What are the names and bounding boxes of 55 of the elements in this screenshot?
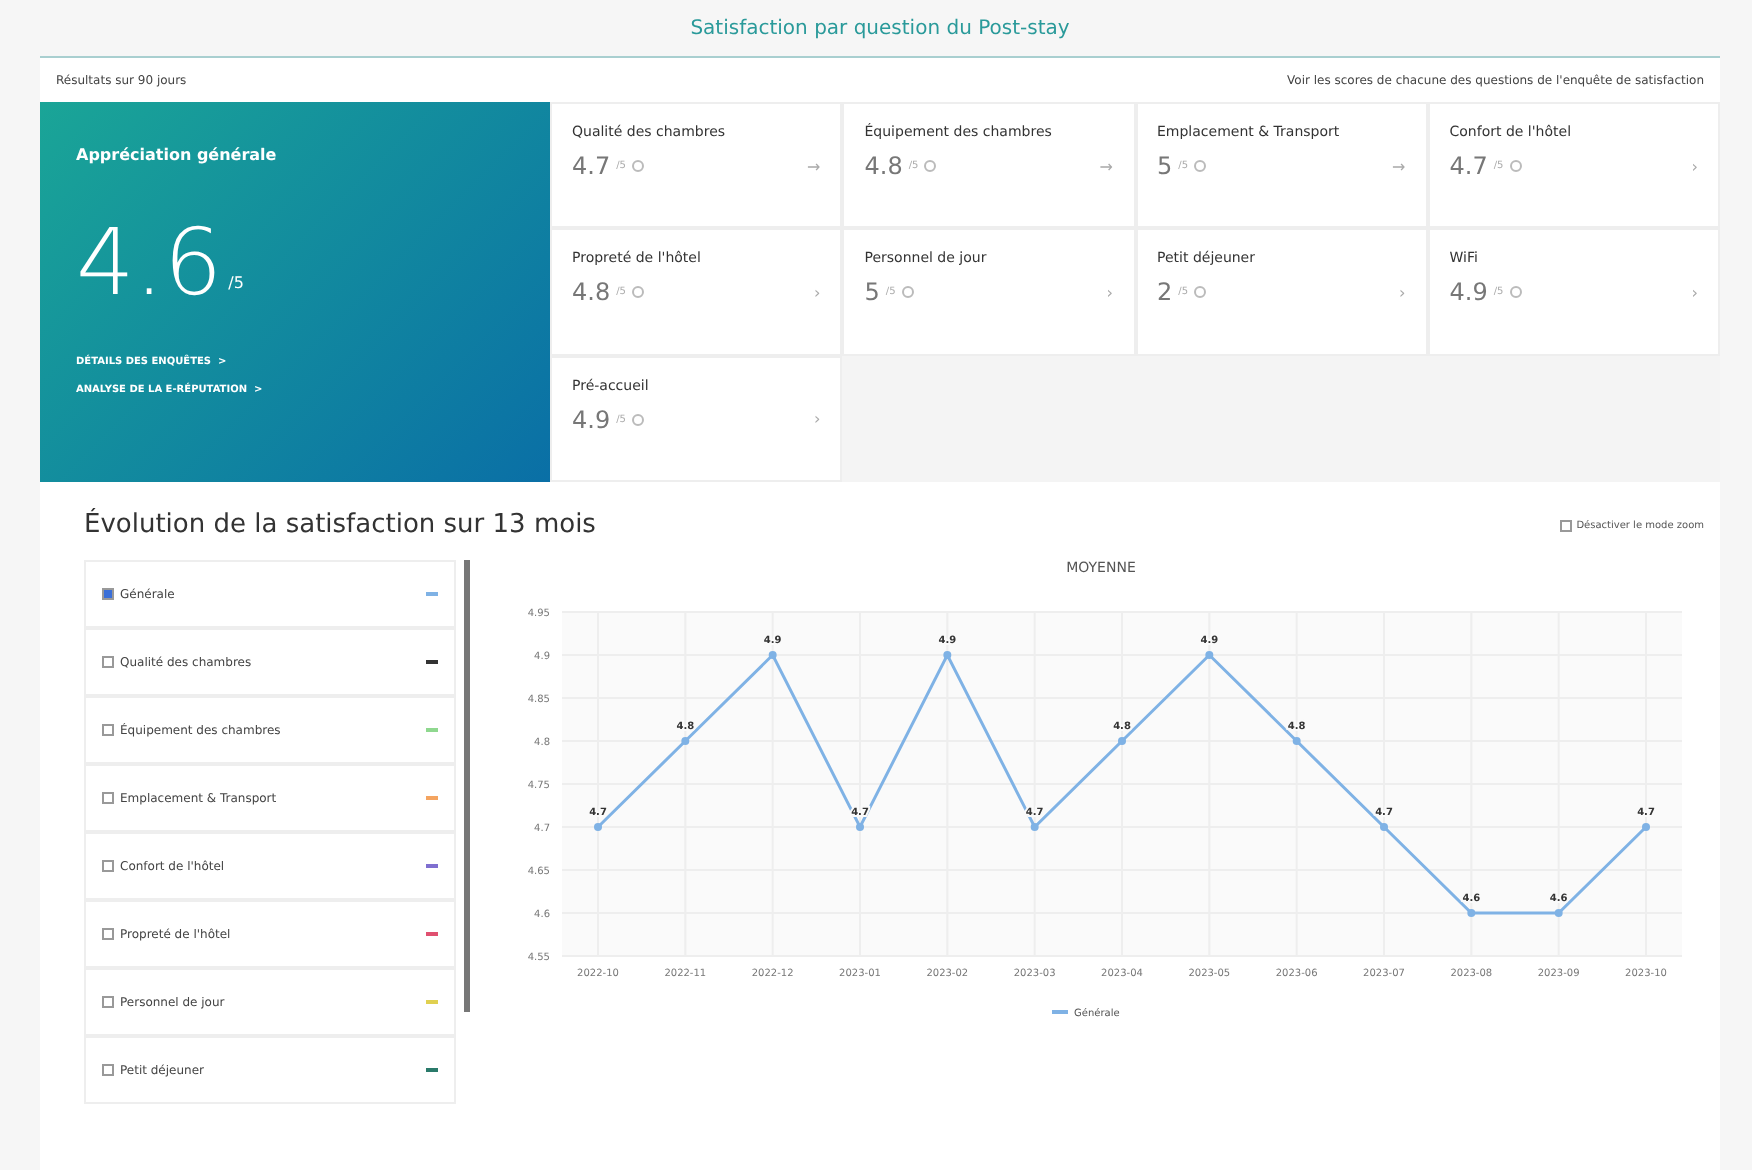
- data-point: [1379, 823, 1387, 831]
- arrow-icon: ›: [1691, 283, 1698, 302]
- question-score: 4.7: [572, 152, 611, 180]
- series-checkbox[interactable]: [102, 1064, 114, 1076]
- info-icon: [631, 286, 644, 299]
- question-score: 4.7: [1449, 152, 1488, 180]
- data-point: [1204, 651, 1213, 659]
- info-icon: [924, 160, 937, 172]
- arrow-icon: →: [1099, 157, 1113, 175]
- arrow-icon: ›: [1106, 283, 1113, 302]
- overall-title: Appréciation générale: [76, 146, 279, 164]
- data-point: [1117, 737, 1125, 745]
- info-icon: [631, 413, 644, 426]
- data-point: [855, 823, 863, 831]
- info-icon: [631, 160, 644, 172]
- section-title: Évolution de la satisfaction sur 13 mois: [84, 510, 596, 540]
- series-checkbox[interactable]: [102, 724, 114, 736]
- info-icon: [1194, 160, 1207, 172]
- info-icon: [901, 286, 914, 299]
- info-icon: [1509, 160, 1522, 172]
- arrow-icon: ›: [1691, 157, 1698, 175]
- arrow-icon: ›: [814, 410, 821, 429]
- series-checkbox[interactable]: [102, 588, 114, 600]
- page-title: Satisfaction par question du Post-stay: [690, 17, 1070, 39]
- score-scale: /5: [228, 274, 244, 292]
- data-point: [680, 737, 689, 745]
- question-score: 5: [1157, 152, 1173, 180]
- data-point: [1029, 823, 1038, 831]
- question-score: 4.9: [572, 405, 611, 434]
- data-point: [593, 823, 601, 831]
- arrow-icon: →: [807, 157, 821, 175]
- data-point: [1553, 909, 1562, 917]
- data-point: [1466, 909, 1475, 917]
- data-point: [1641, 823, 1649, 831]
- series-checkbox[interactable]: [102, 928, 114, 940]
- arrow-icon: →: [1392, 157, 1406, 175]
- data-point: [942, 651, 951, 659]
- overall-score: 4.6: [76, 216, 223, 308]
- arrow-icon: ›: [814, 283, 821, 302]
- series-checkbox[interactable]: [102, 996, 114, 1008]
- scrollbar[interactable]: [464, 560, 470, 1012]
- question-score: 4.9: [1449, 278, 1488, 307]
- info-icon: [1509, 286, 1522, 299]
- data-point: [1291, 737, 1300, 745]
- info-icon: [1194, 286, 1207, 299]
- question-score: 5: [864, 278, 880, 307]
- question-score: 4.8: [572, 278, 611, 307]
- question-score: 2: [1157, 278, 1173, 307]
- data-point: [767, 651, 776, 659]
- legend-line-icon: [1051, 1010, 1067, 1014]
- series-checkbox[interactable]: [102, 860, 114, 872]
- series-checkbox[interactable]: [102, 792, 114, 804]
- question-score: 4.8: [864, 152, 903, 180]
- series-checkbox[interactable]: [102, 656, 114, 668]
- arrow-icon: ›: [1399, 283, 1406, 302]
